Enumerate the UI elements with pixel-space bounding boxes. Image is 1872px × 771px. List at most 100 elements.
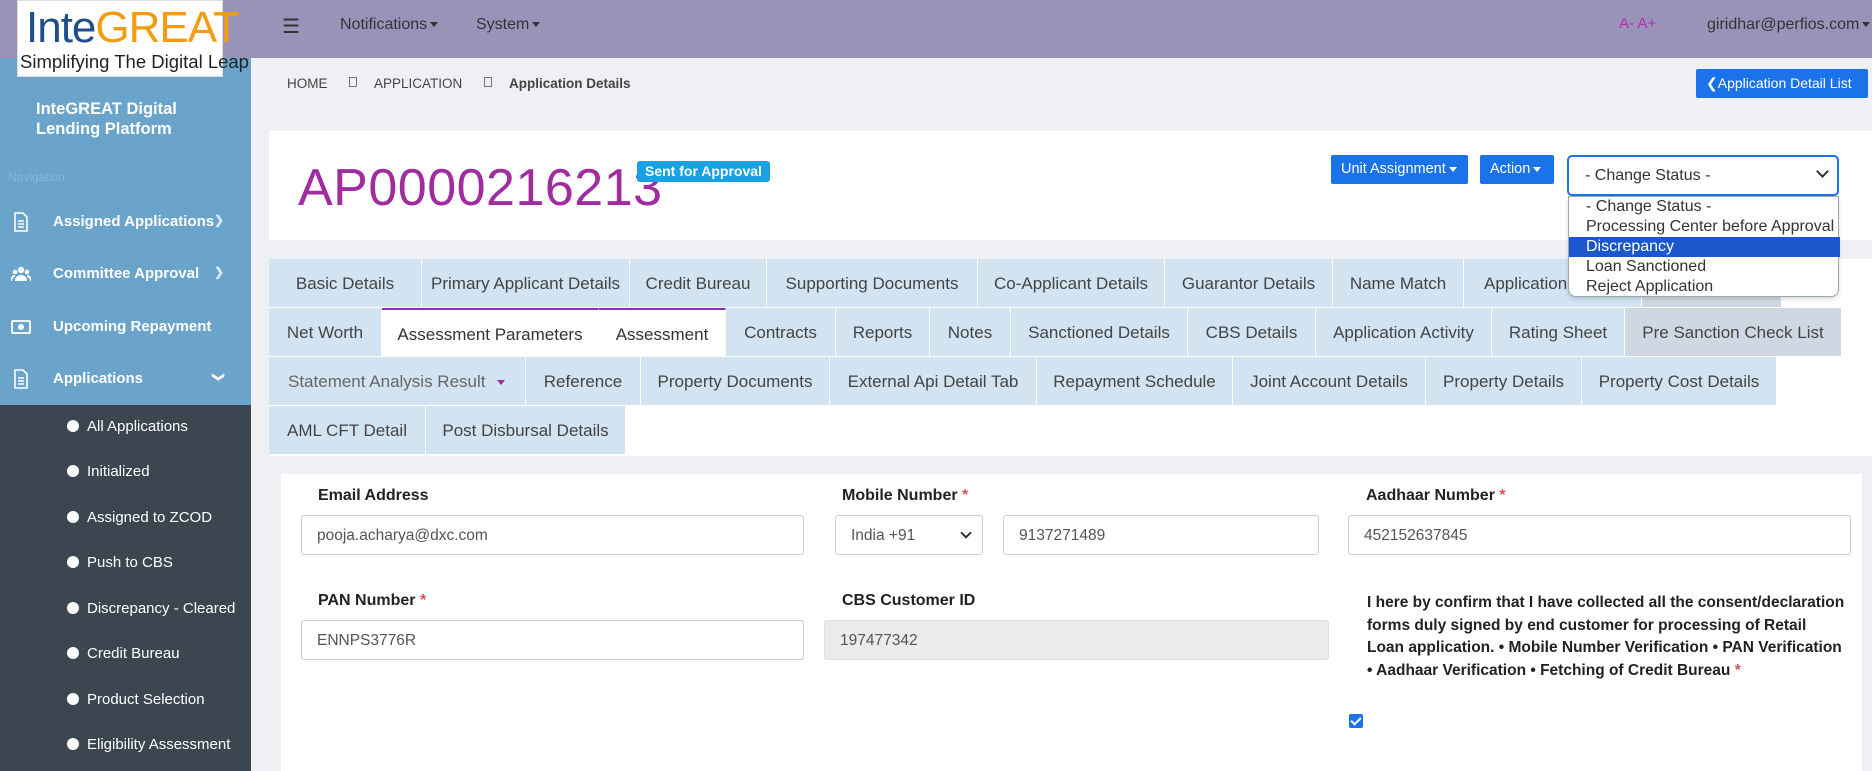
chevron-right-icon: ❯ bbox=[214, 265, 225, 279]
sidebar-item-upcoming-repayment[interactable]: Upcoming Repayment bbox=[0, 301, 251, 353]
tab-notes[interactable]: Notes bbox=[930, 308, 1011, 357]
tab-co-applicant-details[interactable]: Co-Applicant Details bbox=[978, 259, 1165, 308]
action-button[interactable]: Action bbox=[1480, 155, 1554, 184]
consent-text: I here by confirm that I have collected … bbox=[1367, 594, 1845, 679]
required-mark: * bbox=[962, 487, 969, 504]
sidebar-item-label: Applications bbox=[53, 370, 144, 387]
email-label: Email Address bbox=[318, 487, 429, 505]
breadcrumb: HOME APPLICATION Application Details bbox=[269, 58, 1872, 106]
tab-guarantor-details[interactable]: Guarantor Details bbox=[1165, 259, 1333, 308]
tab-supporting-documents[interactable]: Supporting Documents bbox=[767, 259, 978, 308]
separator-icon bbox=[484, 77, 492, 87]
label-text: Email Address bbox=[318, 487, 429, 504]
tab-post-disbursal-details[interactable]: Post Disbursal Details bbox=[426, 406, 626, 455]
caret-down-icon bbox=[1533, 166, 1542, 172]
sidebar-item-assigned-applications[interactable]: Assigned Applications ❯ bbox=[0, 196, 251, 248]
caret-down-icon bbox=[532, 22, 541, 28]
bullet-icon bbox=[67, 602, 79, 614]
tab-property-cost-details[interactable]: Property Cost Details bbox=[1582, 357, 1777, 406]
system-menu[interactable]: System bbox=[476, 16, 541, 34]
tab-joint-account-details[interactable]: Joint Account Details bbox=[1233, 357, 1426, 406]
tab-reference[interactable]: Reference bbox=[526, 357, 641, 406]
tab-cbs-details[interactable]: CBS Details bbox=[1188, 308, 1316, 357]
tab-statement-analysis-result[interactable]: Statement Analysis Result bbox=[269, 357, 526, 406]
submenu-item[interactable]: Discrepancy - Cleared bbox=[0, 587, 251, 631]
status-option[interactable]: - Change Status - bbox=[1569, 197, 1840, 217]
status-option-highlighted[interactable]: Discrepancy bbox=[1569, 237, 1840, 257]
caret-down-icon bbox=[430, 22, 439, 28]
tab-external-api-detail[interactable]: External Api Detail Tab bbox=[830, 357, 1037, 406]
user-email: giridhar@perfios.com bbox=[1707, 16, 1860, 33]
aadhaar-field[interactable]: 452152637845 bbox=[1348, 515, 1851, 555]
bullet-icon bbox=[67, 738, 79, 750]
font-size-toggle[interactable]: A- A+ bbox=[1619, 15, 1656, 32]
tab-assessment[interactable]: Assessment bbox=[599, 308, 726, 357]
tab-label: Statement Analysis Result bbox=[288, 372, 486, 391]
mobile-number-field[interactable]: 9137271489 bbox=[1003, 515, 1319, 555]
sidebar-item-committee-approval[interactable]: Committee Approval ❯ bbox=[0, 248, 251, 300]
tab-application-activity[interactable]: Application Activity bbox=[1316, 308, 1492, 357]
status-badge: Sent for Approval bbox=[637, 161, 770, 182]
separator-icon bbox=[349, 77, 357, 87]
submenu-item[interactable]: Push to CBS bbox=[0, 541, 251, 585]
unit-assignment-button[interactable]: Unit Assignment bbox=[1331, 155, 1468, 184]
status-option[interactable]: Loan Sanctioned bbox=[1569, 257, 1840, 277]
application-detail-list-button[interactable]: ❮Application Detail List bbox=[1696, 69, 1868, 98]
email-field[interactable]: pooja.acharya@dxc.com bbox=[301, 515, 804, 555]
pan-field[interactable]: ENNPS3776R bbox=[301, 620, 804, 660]
cbs-customer-id-field: 197477342 bbox=[824, 620, 1329, 660]
hamburger-menu-icon[interactable]: ☰ bbox=[282, 14, 300, 39]
tab-credit-bureau[interactable]: Credit Bureau bbox=[630, 259, 767, 308]
submenu-item[interactable]: Eligibility Assessment bbox=[0, 723, 251, 767]
change-status-dropdown: - Change Status - Processing Center befo… bbox=[1568, 196, 1840, 297]
sidebar-item-label: Committee Approval bbox=[53, 265, 200, 282]
tab-rating-sheet[interactable]: Rating Sheet bbox=[1492, 308, 1625, 357]
user-menu[interactable]: giridhar@perfios.com bbox=[1707, 16, 1871, 34]
bullet-icon bbox=[67, 693, 79, 705]
tab-primary-applicant-details[interactable]: Primary Applicant Details bbox=[422, 259, 630, 308]
cbs-customer-id-label: CBS Customer ID bbox=[842, 592, 975, 610]
top-navbar: ☰ Notifications System A- A+ giridhar@pe… bbox=[0, 0, 1872, 58]
submenu-label: Assigned to ZCOD bbox=[87, 509, 213, 526]
tab-aml-cft-detail[interactable]: AML CFT Detail bbox=[269, 406, 426, 455]
tab-contracts[interactable]: Contracts bbox=[726, 308, 836, 357]
tab-property-documents[interactable]: Property Documents bbox=[641, 357, 830, 406]
change-status-select[interactable]: - Change Status - bbox=[1567, 155, 1839, 196]
platform-name: InteGREAT Digital Lending Platform bbox=[36, 100, 177, 138]
status-option[interactable]: Processing Center before Approval bbox=[1569, 217, 1840, 237]
breadcrumb-application[interactable]: APPLICATION bbox=[374, 76, 462, 91]
tab-reports[interactable]: Reports bbox=[836, 308, 930, 357]
tab-pre-sanction-check-list[interactable]: Pre Sanction Check List bbox=[1625, 308, 1842, 357]
sidebar-item-applications[interactable]: Applications ❯ bbox=[0, 353, 251, 405]
breadcrumb-home[interactable]: HOME bbox=[287, 76, 328, 91]
submenu-label: Credit Bureau bbox=[87, 645, 180, 662]
chevron-down-icon: ❯ bbox=[212, 371, 227, 383]
country-code-select[interactable]: India +91 bbox=[835, 515, 983, 555]
tab-property-details[interactable]: Property Details bbox=[1426, 357, 1582, 406]
submenu-item[interactable]: Initialized bbox=[0, 450, 251, 494]
logo-tagline: Simplifying The Digital Leap bbox=[20, 51, 249, 72]
required-mark: * bbox=[1499, 487, 1506, 504]
consent-checkbox[interactable] bbox=[1349, 714, 1363, 728]
tab-assessment-parameters[interactable]: Assessment Parameters bbox=[382, 308, 599, 357]
sidebar-section-label: Navigation bbox=[8, 170, 65, 184]
submenu-item[interactable]: Assigned to ZCOD bbox=[0, 496, 251, 540]
users-icon bbox=[11, 266, 31, 282]
label-text: CBS Customer ID bbox=[842, 592, 976, 609]
status-option[interactable]: Reject Application bbox=[1569, 277, 1840, 297]
submenu-item[interactable]: Credit Bureau bbox=[0, 632, 251, 676]
tab-net-worth[interactable]: Net Worth bbox=[269, 308, 382, 357]
tab-repayment-schedule[interactable]: Repayment Schedule bbox=[1037, 357, 1233, 406]
submenu-label: Product Selection bbox=[87, 691, 205, 708]
tab-sanctioned-details[interactable]: Sanctioned Details bbox=[1011, 308, 1188, 357]
tab-name-match[interactable]: Name Match bbox=[1333, 259, 1464, 308]
submenu-item[interactable]: Product Selection bbox=[0, 678, 251, 722]
select-value: India +91 bbox=[851, 527, 916, 544]
submenu-item[interactable]: All Applications bbox=[0, 405, 251, 449]
notifications-label: Notifications bbox=[340, 16, 428, 33]
logo[interactable]: InteGREAT Simplifying The Digital Leap bbox=[17, 0, 249, 77]
system-label: System bbox=[476, 16, 530, 33]
tab-basic-details[interactable]: Basic Details bbox=[269, 259, 422, 308]
bullet-icon bbox=[67, 556, 79, 568]
notifications-menu[interactable]: Notifications bbox=[340, 16, 439, 34]
